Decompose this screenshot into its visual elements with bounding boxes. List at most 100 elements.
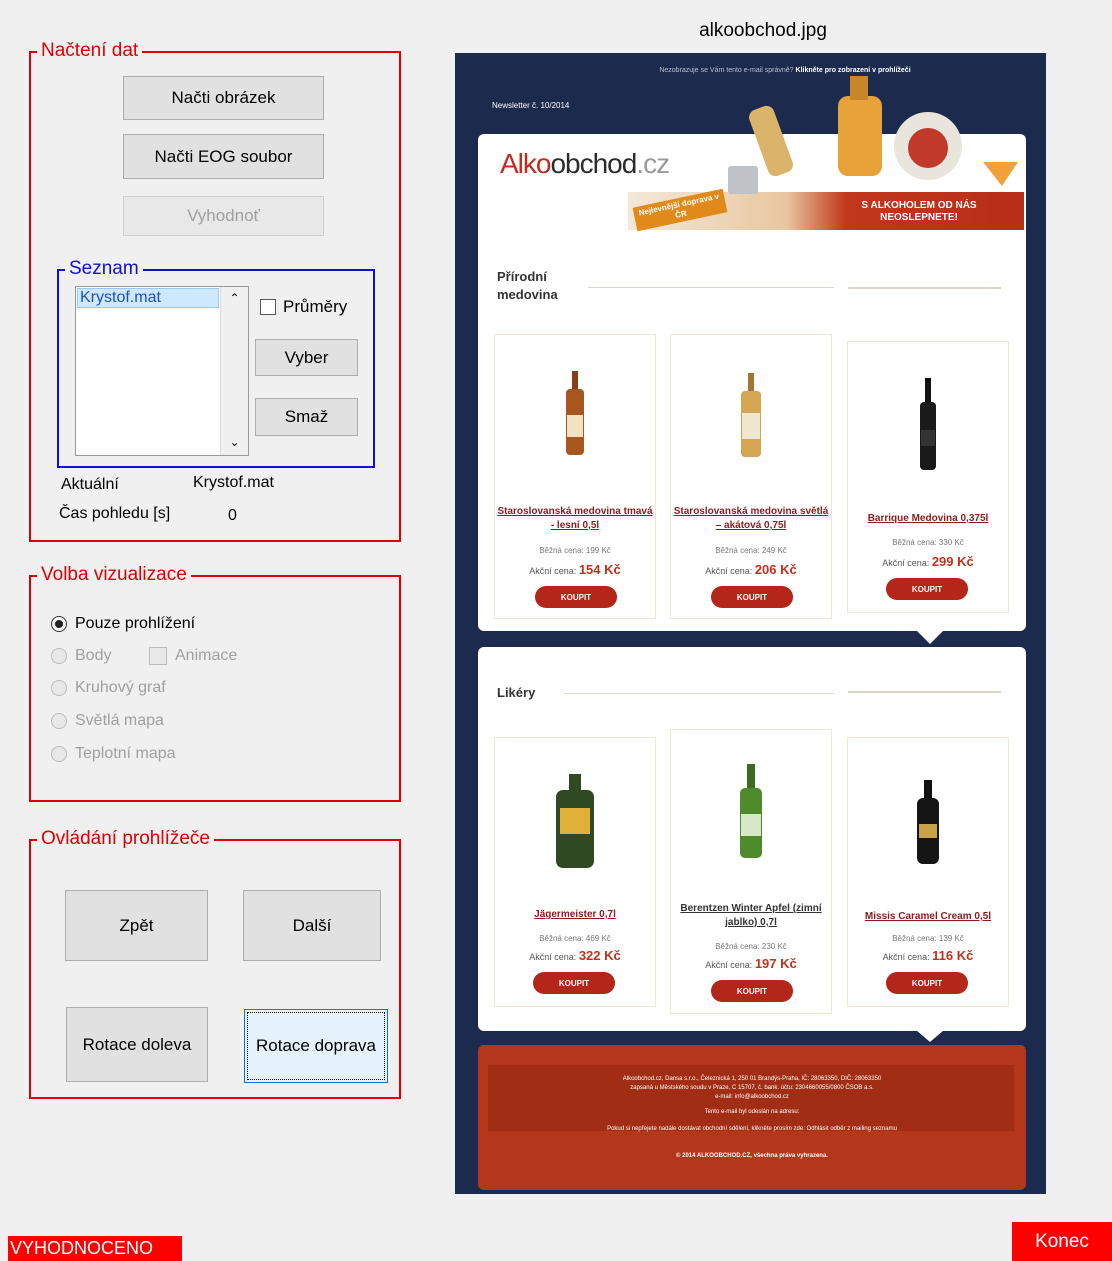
- radio-button[interactable]: [51, 616, 67, 632]
- rotate-left-button[interactable]: Rotace doleva: [66, 1007, 208, 1082]
- bottle-image: [741, 373, 761, 457]
- regular-price: Běžná cena: 230 Kč: [715, 942, 787, 951]
- ovladani-group: Ovládání prohlížeče Zpět Další Rotace do…: [29, 828, 401, 1099]
- vizualizace-group: Volba vizualizace Pouze prohlížení Body …: [29, 564, 401, 802]
- footer-line: zapsaná u Městského soudu v Praze, C 157…: [630, 1085, 874, 1091]
- aktualni-label: Aktuální: [61, 476, 119, 493]
- sale-price: 116 Kč: [932, 948, 974, 963]
- radio-button[interactable]: [51, 746, 67, 762]
- buy-button[interactable]: KOUPIT: [886, 972, 968, 994]
- bottle-image: [566, 371, 584, 455]
- promo-text: S ALKOHOLEM OD NÁS NEOSLEPNETE!: [861, 200, 977, 223]
- footer-line: Alkoobchod.cz, Dansa s.r.o., Čeleznická …: [622, 1076, 882, 1082]
- top-link-bar: Nezobrazuje se Vám tento e-mail správně?…: [605, 67, 965, 74]
- product-name[interactable]: Staroslovanská medovina tmavá - lesní 0,…: [495, 505, 655, 533]
- radio-button[interactable]: [51, 713, 67, 729]
- listbox-scrollbar[interactable]: ⌃ ⌄: [220, 287, 248, 455]
- vizualizace-title: Volba vizualizace: [37, 564, 191, 586]
- footer-line[interactable]: e-mail: info@alkoobchod.cz: [478, 1093, 1026, 1102]
- checkbox-box[interactable]: [149, 647, 167, 665]
- section-divider: [848, 287, 1001, 289]
- chevron-down-icon[interactable]: ⌄: [221, 435, 248, 449]
- konec-button[interactable]: Konec: [1012, 1222, 1112, 1261]
- zpet-button[interactable]: Zpět: [65, 890, 208, 961]
- prumery-checkbox[interactable]: Průměry: [260, 297, 347, 317]
- product-name[interactable]: Missis Caramel Cream 0,5l: [848, 910, 1008, 924]
- radio-svetla-mapa[interactable]: Světlá mapa: [51, 712, 164, 730]
- status-badge: VYHODNOCENO: [8, 1236, 182, 1261]
- sale-label: Akční cena:: [882, 952, 930, 962]
- footer-copyright: © 2014 ALKOOBCHOD.CZ, všechna práva vyhr…: [676, 1153, 828, 1159]
- cas-pohledu-value: 0: [228, 507, 237, 524]
- dalsi-button[interactable]: Další: [243, 890, 381, 961]
- load-image-button[interactable]: Načti obrázek: [123, 76, 324, 120]
- sale-label: Akční cena:: [882, 558, 930, 568]
- sale-price-row: Akční cena: 299 Kč: [848, 554, 1008, 569]
- buy-button[interactable]: KOUPIT: [886, 578, 968, 600]
- list-item[interactable]: Krystof.mat: [77, 288, 219, 308]
- radio-pouze-prohlizeni[interactable]: Pouze prohlížení: [51, 615, 195, 633]
- product-name[interactable]: Staroslovanská medovina světlá – akátová…: [671, 505, 831, 533]
- header-bottles-illustration: [728, 76, 1018, 194]
- evaluate-button[interactable]: Vyhodnoť: [123, 196, 324, 236]
- buy-button[interactable]: KOUPIT: [533, 972, 615, 994]
- bottle-image: [556, 774, 594, 868]
- chevron-up-icon[interactable]: ⌃: [221, 291, 248, 305]
- nacteni-dat-title: Načtení dat: [37, 40, 143, 62]
- radio-button[interactable]: [51, 680, 67, 696]
- regular-price: Běžná cena: 199 Kč: [539, 546, 611, 555]
- product-card[interactable]: Staroslovanská medovina světlá – akátová…: [670, 334, 832, 619]
- buy-button[interactable]: KOUPIT: [711, 586, 793, 608]
- glass-illustration: [983, 162, 1018, 186]
- checkbox-box[interactable]: [260, 299, 276, 315]
- load-eog-button[interactable]: Načti EOG soubor: [123, 134, 324, 179]
- ovladani-title: Ovládání prohlížeče: [37, 828, 214, 850]
- sale-price: 197 Kč: [754, 956, 797, 971]
- buy-button[interactable]: KOUPIT: [535, 586, 617, 608]
- prumery-label: Průměry: [283, 297, 348, 316]
- seznam-group: Seznam Krystof.mat ⌃ ⌄ Průměry Vyber Sma…: [57, 258, 375, 468]
- sale-price-row: Akční cena: 322 Kč: [495, 948, 655, 963]
- can-illustration: [728, 166, 758, 194]
- sale-price-row: Akční cena: 197 Kč: [671, 956, 831, 971]
- section-divider: [588, 287, 834, 288]
- seznam-title: Seznam: [65, 258, 143, 280]
- section-card-likery: Likéry Jägermeister 0,7l Běžná cena: 469…: [478, 647, 1026, 1042]
- buy-button[interactable]: KOUPIT: [711, 980, 793, 1002]
- bottle-neck-illustration: [850, 76, 868, 100]
- sale-price-row: Akční cena: 116 Kč: [848, 948, 1008, 963]
- sale-label: Akční cena:: [529, 566, 577, 576]
- vyber-button[interactable]: Vyber: [255, 339, 358, 376]
- animace-checkbox[interactable]: Animace: [149, 647, 237, 665]
- sale-label: Akční cena:: [705, 566, 753, 576]
- sale-price-row: Akční cena: 154 Kč: [495, 562, 655, 577]
- product-card[interactable]: Berentzen Winter Apfel (zimní jablko) 0,…: [670, 729, 832, 1014]
- product-card[interactable]: Missis Caramel Cream 0,5l Běžná cena: 13…: [847, 737, 1009, 1007]
- product-card[interactable]: Jägermeister 0,7l Běžná cena: 469 Kč Akč…: [494, 737, 656, 1007]
- product-name[interactable]: Berentzen Winter Apfel (zimní jablko) 0,…: [671, 902, 831, 930]
- regular-price: Běžná cena: 330 Kč: [892, 538, 964, 547]
- radio-label: Teplotní mapa: [75, 745, 176, 762]
- section-arrow: [916, 630, 944, 644]
- product-card[interactable]: Barrique Medovina 0,375l Běžná cena: 330…: [847, 341, 1009, 613]
- header-card: Alkoobchod.cz Nejlevnější doprava v ČR S…: [478, 76, 1026, 234]
- section-arrow: [916, 1030, 944, 1042]
- radio-teplotni-mapa[interactable]: Teplotní mapa: [51, 745, 176, 763]
- rotate-right-button[interactable]: Rotace doprava: [244, 1009, 388, 1083]
- product-name[interactable]: Jägermeister 0,7l: [495, 908, 655, 922]
- radio-body[interactable]: Body: [51, 647, 111, 665]
- product-card[interactable]: Staroslovanská medovina tmavá - lesní 0,…: [494, 334, 656, 619]
- radio-kruhovy-graf[interactable]: Kruhový graf: [51, 679, 166, 697]
- radio-button[interactable]: [51, 648, 67, 664]
- unsubscribe-link[interactable]: Pokud si nepřejete nadále dostávat obcho…: [478, 1125, 1026, 1134]
- radio-label: Pouze prohlížení: [75, 615, 196, 632]
- product-name[interactable]: Barrique Medovina 0,375l: [848, 512, 1008, 526]
- sale-label: Akční cena:: [705, 960, 753, 970]
- smaz-button[interactable]: Smaž: [255, 398, 358, 436]
- file-listbox[interactable]: Krystof.mat ⌃ ⌄: [75, 286, 249, 456]
- logo-part: .cz: [636, 148, 670, 179]
- top-link-b[interactable]: Klikněte pro zobrazení v prohlížeči: [796, 67, 911, 74]
- logo-part: obchod: [550, 148, 637, 179]
- sale-price: 206 Kč: [754, 562, 797, 577]
- radio-label: Body: [75, 647, 112, 664]
